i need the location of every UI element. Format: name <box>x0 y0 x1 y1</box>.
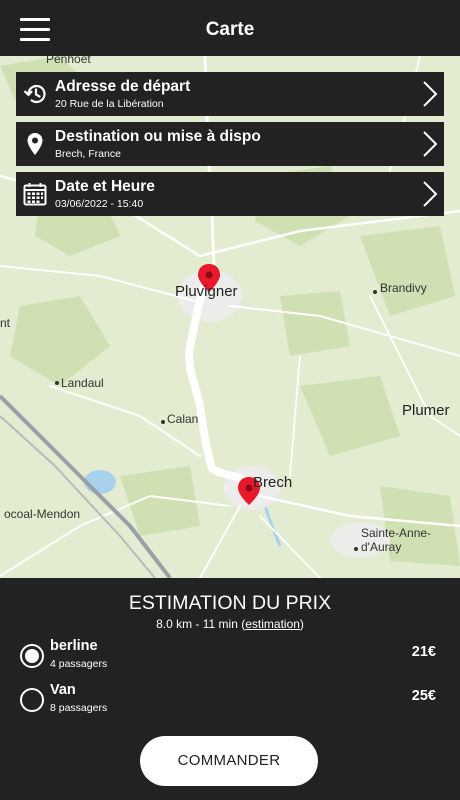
map-label-calan: Calan <box>167 412 199 426</box>
vehicle-price: 25€ <box>411 688 436 704</box>
vehicle-option-berline[interactable]: berline 4 passagers 21€ <box>20 638 440 674</box>
map-label-brech: Brech <box>253 474 293 491</box>
vehicle-price: 21€ <box>411 644 436 660</box>
estimation-link[interactable]: estimation <box>245 617 300 631</box>
map-label-plumergat: Plumer <box>402 402 450 419</box>
departure-address-field[interactable]: Adresse de départ 20 Rue de la Libératio… <box>16 72 444 116</box>
chevron-right-icon <box>423 181 438 207</box>
history-icon <box>23 84 46 104</box>
datetime-title: Date et Heure <box>55 178 155 195</box>
vehicle-option-van[interactable]: Van 8 passagers 25€ <box>20 682 440 718</box>
datetime-value: 03/06/2022 - 15:40 <box>55 198 144 210</box>
destination-field[interactable]: Destination ou mise à dispo Brech, Franc… <box>16 122 444 166</box>
chevron-right-icon <box>423 131 438 157</box>
map-label-pluvigner: Pluvigner <box>175 283 238 300</box>
map-label-left-edge: nt <box>0 316 11 330</box>
order-button[interactable]: COMMANDER <box>140 736 318 786</box>
location-pin-icon <box>27 133 43 155</box>
estimation-summary: 8.0 km - 11 min (estimation) <box>0 617 460 631</box>
app-header: Carte <box>0 0 460 56</box>
departure-title: Adresse de départ <box>55 78 191 95</box>
vehicle-capacity: 4 passagers <box>50 658 108 670</box>
estimation-distance-duration: 8.0 km - 11 min ( <box>156 617 246 631</box>
map-label-landaul: Landaul <box>61 376 104 390</box>
map-label-sainte-anne-2: d'Auray <box>361 540 402 554</box>
map-label-locoal-mendon: ocoal-Mendon <box>4 507 81 521</box>
date-time-field[interactable]: Date et Heure 03/06/2022 - 15:40 <box>16 172 444 216</box>
vehicle-name: berline <box>50 638 98 654</box>
calendar-icon <box>23 183 47 206</box>
map-label-penhoet: Penhoët <box>46 56 91 66</box>
radio-button-selected[interactable] <box>20 644 44 668</box>
page-title: Carte <box>205 19 255 40</box>
estimation-summary-end: ) <box>299 617 304 631</box>
chevron-right-icon <box>423 81 438 107</box>
radio-button-unselected[interactable] <box>20 688 44 712</box>
destination-title: Destination ou mise à dispo <box>55 128 261 145</box>
estimation-title: ESTIMATION DU PRIX <box>128 592 332 614</box>
vehicle-name: Van <box>50 682 76 698</box>
destination-value: Brech, France <box>55 148 121 160</box>
map-label-sainte-anne-1: Sainte-Anne- <box>361 526 432 540</box>
departure-value: 20 Rue de la Libération <box>55 98 164 110</box>
map-label-brandivy: Brandivy <box>380 281 427 295</box>
vehicle-capacity: 8 passagers <box>50 702 108 714</box>
